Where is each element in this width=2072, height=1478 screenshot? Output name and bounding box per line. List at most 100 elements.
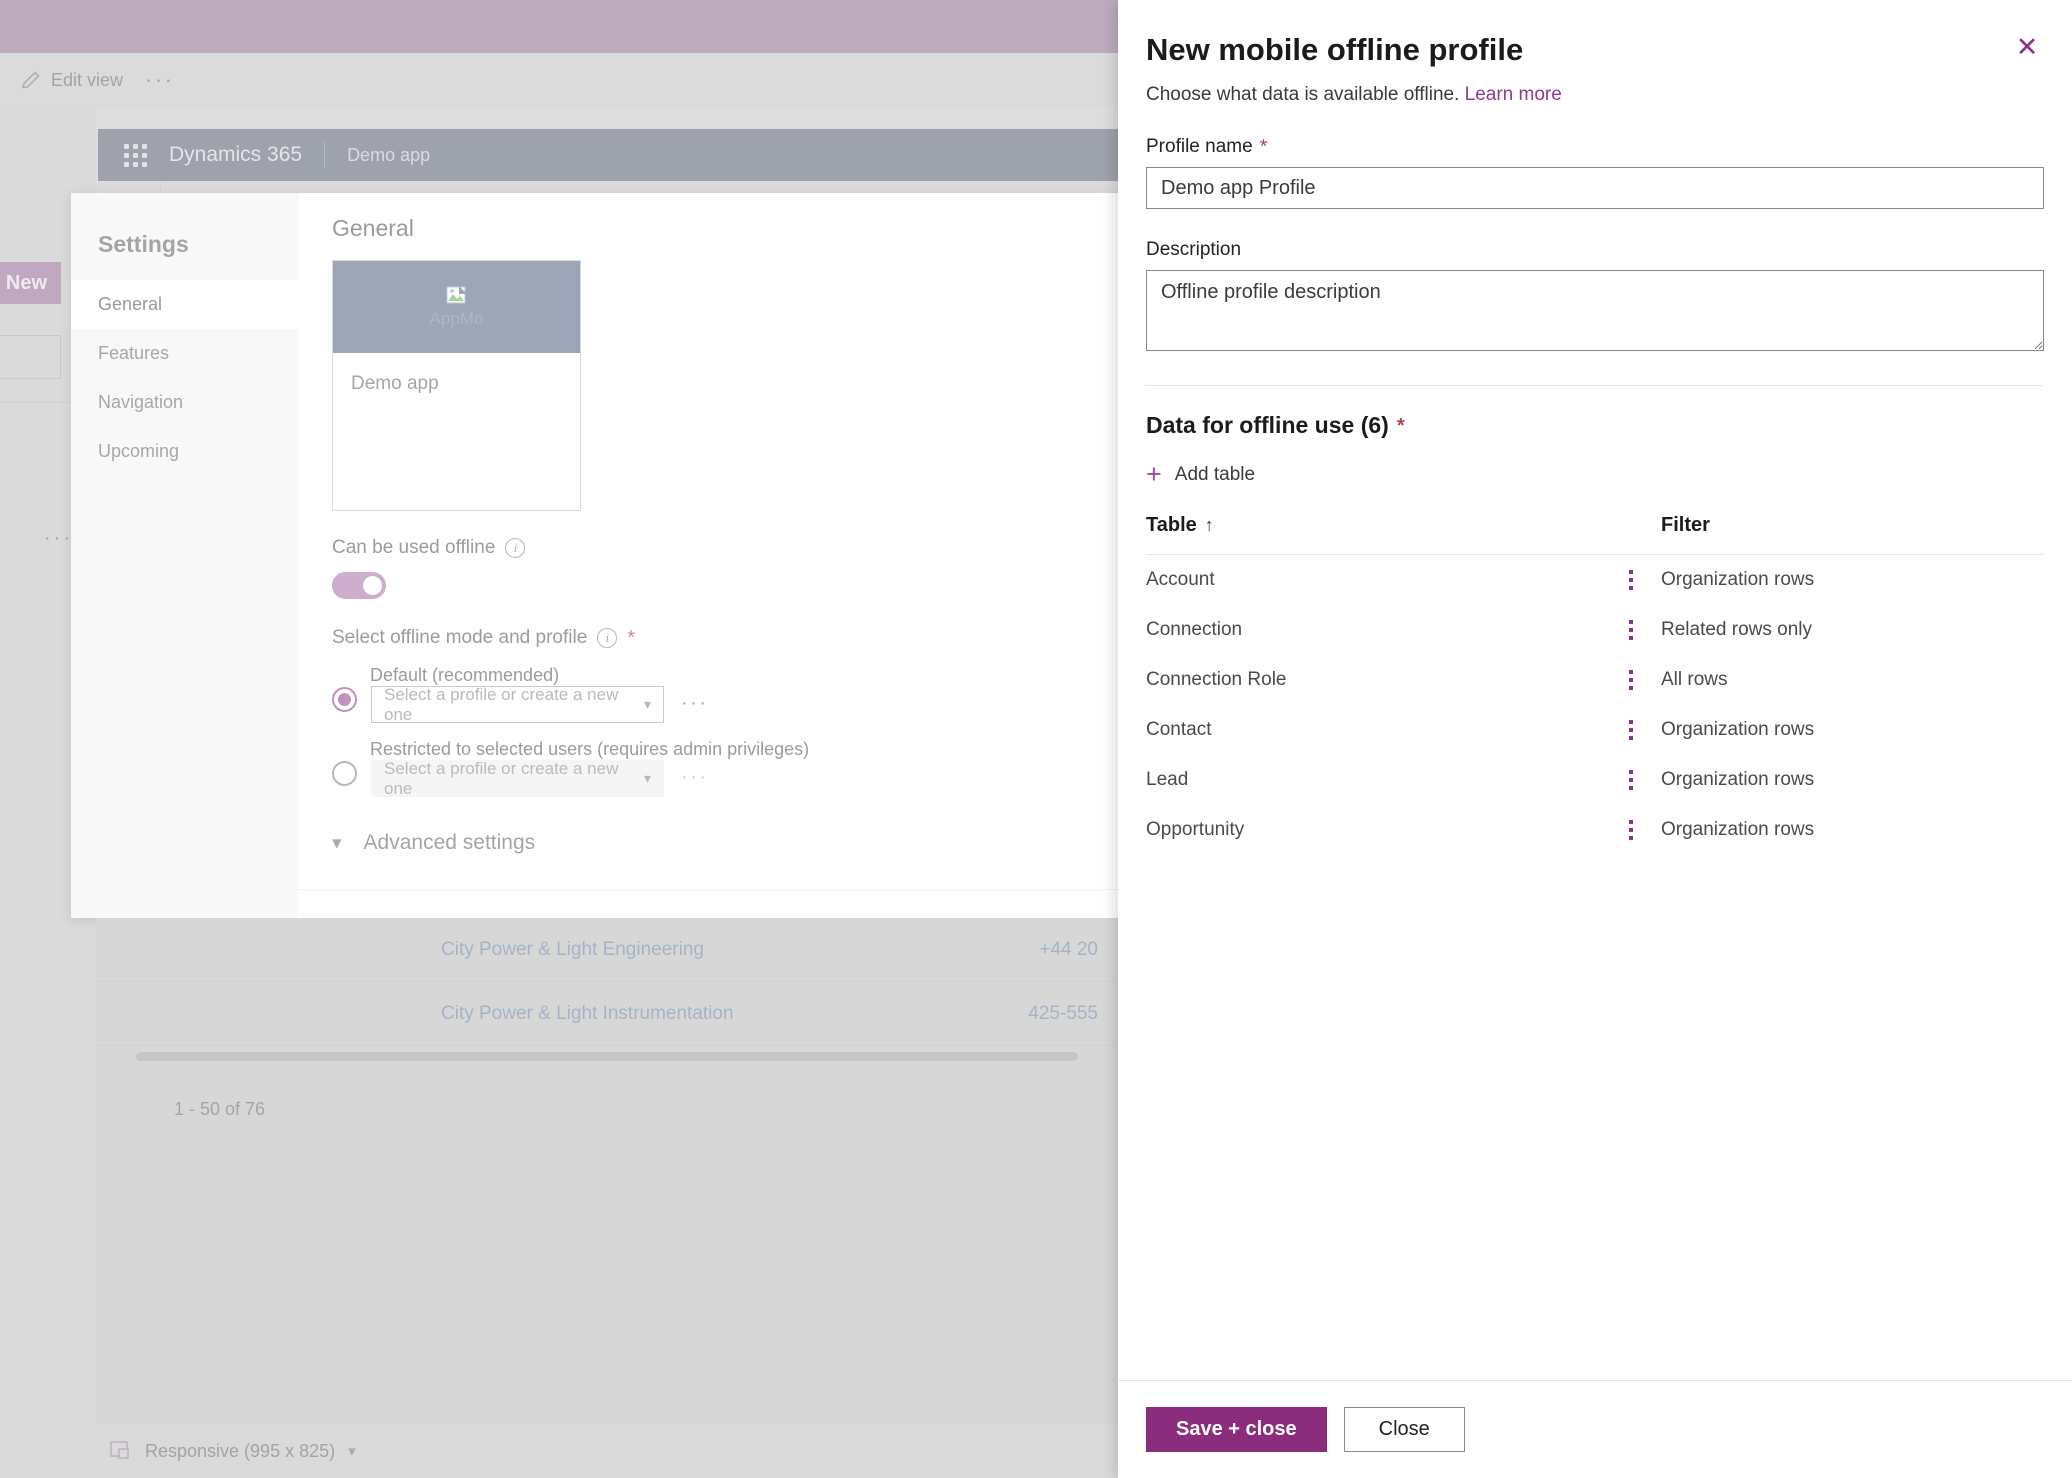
restricted-profile-overflow-button: ···: [681, 766, 709, 788]
column-header-filter[interactable]: Filter: [1661, 514, 2044, 537]
new-mobile-offline-profile-panel: New mobile offline profile ✕ Choose what…: [1118, 0, 2072, 1478]
offline-mode-label-row: Select offline mode and profile i *: [332, 627, 1084, 649]
edit-view-button[interactable]: Edit view: [12, 69, 131, 91]
info-icon[interactable]: i: [505, 538, 526, 558]
row-actions-button[interactable]: [1601, 770, 1661, 790]
sidebar-item-features[interactable]: Features: [71, 329, 298, 378]
column-header-actions: [1601, 514, 1661, 537]
profile-name-input[interactable]: [1146, 167, 2044, 209]
table-row[interactable]: Lead Organization rows: [1146, 755, 2044, 805]
settings-divider: [298, 889, 1118, 890]
add-table-button[interactable]: + Add table: [1146, 461, 1255, 488]
page-title: General: [332, 215, 414, 241]
advanced-settings-toggle[interactable]: ▾ Advanced settings: [332, 831, 1084, 855]
cell-filter: Organization rows: [1661, 719, 1815, 740]
required-asterisk: *: [627, 627, 636, 649]
cell-filter: Organization rows: [1661, 569, 1815, 590]
offline-toggle-label: Can be used offline: [332, 537, 496, 558]
app-name-label: Demo app: [347, 144, 431, 165]
column-header-table[interactable]: Table ↑: [1146, 514, 1601, 537]
data-section-title-row: Data for offline use (6) *: [1146, 412, 2044, 439]
data-section-title: Data for offline use (6): [1146, 412, 1389, 438]
product-title: Dynamics 365: [169, 143, 303, 166]
chevron-down-icon[interactable]: ▾: [348, 1442, 356, 1460]
learn-more-link[interactable]: Learn more: [1465, 84, 1562, 105]
profile-name-label: Profile name: [1146, 136, 1253, 157]
new-button[interactable]: New: [0, 262, 61, 304]
description-label-row: Description: [1146, 239, 2044, 261]
app-card-thumbnail: AppMo: [333, 261, 580, 353]
records-grid: City Power & Light Engineering +44 20 Ci…: [96, 918, 1118, 1478]
table-row[interactable]: Account Organization rows: [1146, 555, 2044, 605]
default-profile-placeholder: Select a profile or create a new one: [384, 684, 619, 724]
broken-image-icon: [446, 285, 468, 307]
chevron-down-icon: ▾: [643, 696, 651, 712]
mode-option-default[interactable]: Select a profile or create a new one ▾ ·…: [332, 684, 1084, 724]
horizontal-scrollbar[interactable]: [136, 1052, 1078, 1061]
table-row[interactable]: Contact Organization rows: [1146, 705, 2044, 755]
panel-subtitle-text: Choose what data is available offline.: [1146, 84, 1460, 105]
required-asterisk: *: [1259, 136, 1268, 158]
sidebar-item-upcoming[interactable]: Upcoming: [71, 427, 298, 476]
table-row[interactable]: Connection Role All rows: [1146, 655, 2044, 705]
chevron-down-icon: ▾: [643, 770, 651, 786]
cell-table-name: Opportunity: [1146, 819, 1245, 840]
close-button[interactable]: Close: [1343, 1407, 1465, 1452]
close-icon[interactable]: ✕: [2010, 30, 2044, 64]
column-header-table-label: Table: [1146, 514, 1197, 536]
sidebar-item-general[interactable]: General: [71, 280, 298, 329]
cell-filter: Related rows only: [1661, 619, 1813, 640]
cell-filter: All rows: [1661, 669, 1728, 690]
mode-option-restricted[interactable]: Select a profile or create a new one ▾ ·…: [332, 759, 1084, 798]
sidebar-item-label: Features: [98, 343, 170, 363]
row-actions-button[interactable]: [1601, 670, 1661, 690]
description-label: Description: [1146, 239, 1242, 260]
chevron-down-icon: ▾: [332, 832, 342, 854]
table-row[interactable]: Opportunity Organization rows: [1146, 805, 2044, 855]
offline-mode-options: Default (recommended) Select a profile o…: [332, 665, 1084, 798]
default-profile-overflow-button[interactable]: ···: [681, 692, 708, 715]
cell-table-name: Account: [1146, 569, 1215, 590]
offline-tables-grid: Table ↑ Filter Account Organization rows…: [1146, 514, 2044, 855]
settings-nav: Settings General Features Navigation Upc…: [71, 193, 298, 918]
waffle-icon[interactable]: [124, 143, 147, 167]
rail-search-input[interactable]: [0, 335, 61, 379]
table-row[interactable]: City Power & Light Engineering +44 20: [96, 918, 1118, 982]
required-asterisk: *: [1396, 414, 1405, 437]
cell-filter: Organization rows: [1661, 819, 1815, 840]
edit-view-label: Edit view: [51, 69, 124, 90]
record-name: City Power & Light Instrumentation: [441, 1002, 734, 1024]
can-be-used-offline-toggle[interactable]: [332, 572, 386, 599]
grid-header-row: Table ↑ Filter: [1146, 514, 2044, 555]
status-bar: Responsive (995 x 825) ▾: [0, 1424, 1118, 1478]
record-name: City Power & Light Engineering: [441, 938, 704, 960]
pagination-label: 1 - 50 of 76: [174, 1099, 266, 1119]
panel-title: New mobile offline profile: [1146, 32, 1524, 67]
mode-option-label-restricted: Restricted to selected users (requires a…: [370, 739, 810, 759]
rail-overflow-button[interactable]: ···: [44, 527, 73, 550]
table-row[interactable]: City Power & Light Instrumentation 425-5…: [96, 982, 1118, 1046]
table-row[interactable]: Connection Related rows only: [1146, 605, 2044, 655]
panel-header: New mobile offline profile ✕: [1146, 22, 2044, 68]
default-profile-combobox[interactable]: Select a profile or create a new one ▾: [371, 684, 664, 724]
responsive-size-label: Responsive (995 x 825): [145, 1440, 336, 1461]
app-card-name: Demo app: [351, 373, 439, 394]
sidebar-item-navigation[interactable]: Navigation: [71, 378, 298, 427]
command-overflow-button[interactable]: ···: [131, 67, 174, 93]
offline-mode-label: Select offline mode and profile: [332, 627, 588, 648]
radio-restricted[interactable]: [332, 761, 357, 786]
description-textarea[interactable]: [1146, 270, 2044, 351]
cell-filter: Organization rows: [1661, 769, 1815, 790]
cell-table-name: Lead: [1146, 769, 1189, 790]
row-actions-button[interactable]: [1601, 820, 1661, 840]
profile-name-label-row: Profile name *: [1146, 136, 2044, 158]
command-bar: Edit view ···: [0, 53, 1118, 107]
row-actions-button[interactable]: [1601, 570, 1661, 590]
row-actions-button[interactable]: [1601, 720, 1661, 740]
responsive-layout-icon: [110, 1441, 132, 1461]
sidebar-item-label: General: [98, 294, 163, 314]
save-and-close-button[interactable]: Save + close: [1146, 1407, 1327, 1452]
radio-default[interactable]: [332, 687, 357, 712]
row-actions-button[interactable]: [1601, 620, 1661, 640]
info-icon[interactable]: i: [597, 628, 618, 648]
